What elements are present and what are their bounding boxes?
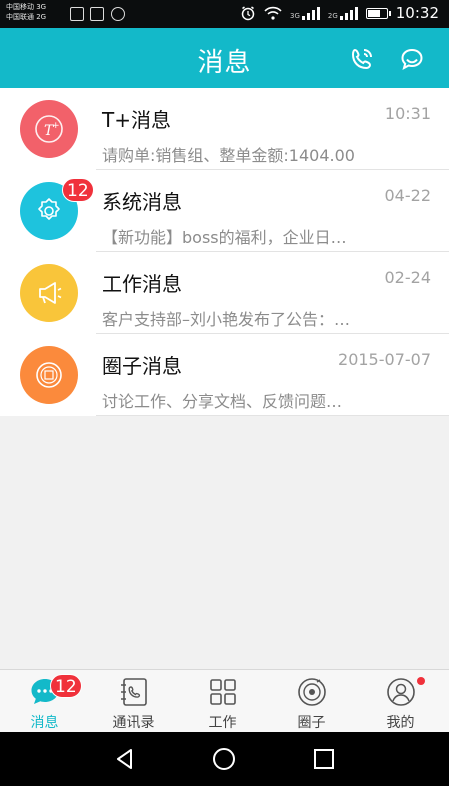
tab-label: 消息: [30, 715, 59, 731]
t-plus-icon: T +: [35, 115, 63, 143]
wifi-icon: [264, 6, 282, 20]
home-icon: [213, 748, 235, 770]
signal-2-icon: [339, 6, 358, 20]
signal-1-icon: [301, 6, 320, 20]
avatar: T +: [20, 100, 78, 158]
circle-icon: [295, 676, 329, 708]
tab-circle[interactable]: 圈子: [267, 670, 356, 733]
avatar: [20, 346, 78, 404]
app-header: 消息: [0, 28, 449, 88]
message-title: 工作消息: [102, 272, 182, 296]
svg-text:+: +: [52, 121, 60, 131]
phone-icon: [351, 48, 372, 70]
tab-label: 通讯录: [112, 715, 155, 731]
app-icon: [111, 7, 125, 21]
tab-contacts[interactable]: 通讯录: [89, 670, 178, 733]
grid-icon: [206, 676, 240, 708]
chat-button[interactable]: [397, 44, 427, 74]
message-time: 2015-07-07: [338, 350, 431, 369]
unread-badge: 12: [62, 178, 94, 202]
carrier-2: 中国联通 2G: [6, 13, 47, 21]
status-bar: 中国移动 3G 中国联通 2G 3G 2G 10:32: [0, 0, 449, 28]
contacts-icon: [117, 676, 151, 708]
alarm-icon: [241, 6, 255, 21]
avatar: [20, 264, 78, 322]
carrier-info: 中国移动 3G 中国联通 2G: [6, 2, 46, 22]
message-title: 圈子消息: [102, 354, 182, 378]
network-3g-label: 3G: [289, 12, 300, 20]
image-icon: [90, 7, 104, 21]
home-button[interactable]: [210, 745, 238, 773]
back-button[interactable]: [111, 745, 139, 773]
clock: 10:32: [395, 4, 439, 22]
message-row-tplus[interactable]: T + T+消息 10:31 请购单:销售组、整单金额:1404.00: [0, 88, 449, 170]
message-row-work[interactable]: 工作消息 02-24 客户支持部–刘小艳发布了公告：…: [0, 252, 449, 334]
circle-quan-icon: [36, 362, 62, 388]
chat-bubble-icon: [401, 48, 423, 70]
tab-label: 工作: [208, 715, 237, 731]
message-time: 02-24: [384, 268, 432, 287]
battery-icon: [365, 7, 391, 19]
call-button[interactable]: [347, 44, 377, 74]
megaphone-icon: [39, 282, 62, 304]
message-preview: 讨论工作、分享文档、反馈问题…: [102, 392, 343, 411]
tab-work[interactable]: 工作: [178, 670, 267, 733]
message-preview: 【新功能】boss的福利，企业日…: [102, 228, 347, 247]
message-row-circle[interactable]: 圈子消息 2015-07-07 讨论工作、分享文档、反馈问题…: [0, 334, 449, 416]
carrier-1: 中国移动 3G: [6, 3, 47, 11]
notification-dot: [417, 677, 425, 685]
recents-icon: [314, 749, 334, 769]
sim-icon: [70, 7, 84, 21]
tab-profile[interactable]: 我的: [356, 670, 445, 733]
divider: [96, 415, 449, 416]
message-title: 系统消息: [102, 190, 182, 214]
recents-button[interactable]: [310, 745, 338, 773]
back-icon: [117, 749, 132, 769]
page-title: 消息: [197, 48, 252, 78]
bottom-tab-bar: 12 消息 通讯录 工作 圈子 我的: [0, 669, 449, 732]
tab-messages[interactable]: 12 消息: [0, 670, 89, 733]
message-row-system[interactable]: 12 系统消息 04-22 【新功能】boss的福利，企业日…: [0, 170, 449, 252]
tab-label: 我的: [386, 715, 415, 731]
tab-badge: 12: [50, 674, 82, 698]
message-preview: 请购单:销售组、整单金额:1404.00: [102, 146, 355, 165]
tab-label: 圈子: [297, 715, 326, 731]
message-list: T + T+消息 10:31 请购单:销售组、整单金额:1404.00 12 系…: [0, 88, 449, 416]
message-time: 04-22: [384, 186, 432, 205]
system-nav-bar: [0, 732, 449, 786]
message-title: T+消息: [102, 108, 171, 132]
message-time: 10:31: [384, 104, 431, 123]
user-icon: [384, 676, 418, 708]
message-preview: 客户支持部–刘小艳发布了公告：…: [102, 310, 351, 329]
network-2g-label: 2G: [327, 12, 338, 20]
